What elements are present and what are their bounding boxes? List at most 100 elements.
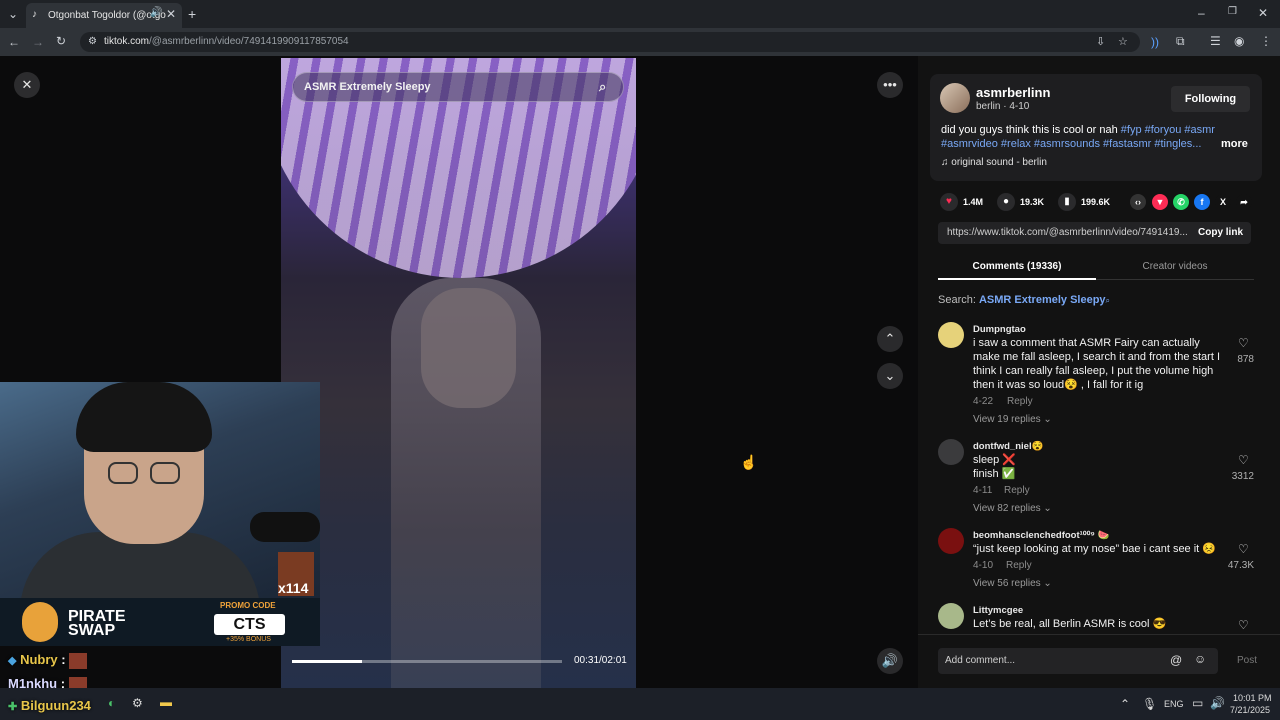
tab-comments[interactable]: Comments (19336) — [938, 254, 1096, 280]
video-search-bar[interactable]: ASMR Extremely Sleepy ⌕ — [292, 72, 624, 102]
post-button[interactable]: Post — [1237, 655, 1257, 666]
like-heart-icon[interactable]: ♥ — [940, 193, 958, 211]
chat-user: Nubry — [20, 652, 58, 667]
previous-video-button[interactable]: ⌃ — [877, 326, 903, 352]
comment-bubble-icon[interactable]: ● — [997, 193, 1015, 211]
add-comment-placeholder: Add comment... — [945, 655, 1016, 666]
edge-icon[interactable]: ◐ — [108, 696, 115, 710]
speaker-icon[interactable]: 🔊 — [150, 8, 162, 18]
install-icon[interactable]: ⇩ — [1096, 35, 1105, 48]
comment-avatar[interactable] — [938, 528, 964, 554]
clock-date[interactable]: 7/21/2025 — [1230, 705, 1270, 715]
view-replies-button[interactable]: View 56 replies ⌄ — [973, 578, 1052, 589]
view-replies-button[interactable]: View 19 replies ⌄ — [973, 414, 1052, 425]
next-video-button[interactable]: ⌄ — [877, 363, 903, 389]
forward-icon[interactable]: → — [32, 36, 44, 48]
share-arrow-icon[interactable]: ➦ — [1236, 194, 1252, 210]
video-frame-face — [421, 288, 516, 408]
sound-name: original sound - berlin — [951, 157, 1047, 168]
volume-button[interactable]: 🔊 — [877, 648, 903, 674]
webcam-microphone — [250, 512, 320, 542]
comment-avatar[interactable] — [938, 603, 964, 629]
comment-text: make me fall asleep, I search it and fro… — [973, 351, 1220, 363]
reply-button[interactable]: Reply — [1006, 560, 1032, 571]
facebook-icon[interactable]: f — [1194, 194, 1210, 210]
creator-avatar[interactable] — [940, 83, 970, 113]
file-explorer-icon[interactable]: ▬ — [160, 695, 172, 709]
x-icon[interactable]: X — [1215, 194, 1231, 210]
comment-like-icon[interactable]: ♡ — [1238, 453, 1249, 467]
tray-chevron-icon[interactable]: ⌃ — [1120, 697, 1130, 711]
sound-row[interactable]: ♫ original sound - berlin — [941, 157, 1047, 168]
comments-count: 19.3K — [1020, 197, 1045, 207]
more-options-button[interactable]: ••• — [877, 72, 903, 98]
promo-bonus: +35% BONUS — [226, 636, 271, 643]
restore-icon[interactable]: ❐ — [1228, 7, 1237, 17]
caption-hashtags-1[interactable]: #fyp #foryou #asmr — [1121, 124, 1215, 136]
video-player[interactable]: ASMR Extremely Sleepy ⌕ 00:31/02:01 — [281, 58, 636, 688]
copy-link-button[interactable]: Copy link — [1198, 227, 1243, 238]
comment-username[interactable]: Dumpngtao — [973, 324, 1026, 335]
site-info-icon[interactable]: ⚙ — [88, 36, 97, 47]
more-link[interactable]: more — [1221, 138, 1248, 150]
language-indicator[interactable]: ENG — [1164, 699, 1184, 709]
comment-like-icon[interactable]: ♡ — [1238, 336, 1249, 350]
back-icon[interactable]: ← — [8, 36, 20, 48]
add-comment-input[interactable]: Add comment... @ ☺ — [938, 648, 1218, 674]
bookmark-star-icon[interactable]: ☆ — [1118, 35, 1128, 48]
comment-text: think I can really fall asleep, I put th… — [973, 365, 1214, 377]
send-to-friends-icon[interactable]: ▼ — [1152, 194, 1168, 210]
search-icon[interactable]: ⌕ — [599, 79, 606, 95]
comment-like-icon[interactable]: ♡ — [1238, 542, 1249, 556]
extensions-icon[interactable]: ⧉ — [1176, 35, 1185, 47]
chat-line: ◆ Nubry : — [8, 652, 88, 669]
comment-avatar[interactable] — [938, 322, 964, 348]
comment-date: 4-10 — [973, 560, 994, 571]
whatsapp-icon[interactable]: ✆ — [1173, 194, 1189, 210]
following-button[interactable]: Following — [1171, 86, 1250, 112]
media-icon[interactable]: ☰ — [1210, 35, 1221, 47]
caption-hashtags-2[interactable]: #asmrvideo #relax #asmrsounds #fastasmr … — [941, 138, 1201, 150]
video-progress-bar[interactable] — [292, 660, 562, 663]
bookmark-icon[interactable]: ▮ — [1058, 193, 1076, 211]
embed-icon[interactable]: ‹› — [1130, 194, 1146, 210]
settings-icon[interactable]: ⚙ — [132, 696, 143, 710]
url-path: /@asmrberlinn/video/7491419909117857054 — [149, 36, 349, 47]
reply-button[interactable]: Reply — [1004, 485, 1030, 496]
address-bar[interactable]: ⚙ tiktok.com/@asmrberlinn/video/74914199… — [80, 32, 1140, 52]
comment-text: “just keep looking at my nose” bae i can… — [973, 543, 1216, 555]
comment-username[interactable]: Littymcgee — [973, 605, 1023, 616]
chevron-down-icon: ⌄ — [1043, 578, 1052, 589]
network-icon[interactable]: ▭ — [1192, 696, 1203, 710]
extension-wave-icon[interactable]: )) — [1151, 36, 1159, 48]
video-search-text: ASMR Extremely Sleepy — [304, 81, 431, 93]
comment-text: Let’s be real, all Berlin ASMR is cool 😎 — [973, 618, 1167, 630]
browser-toolbar: ← → ↻ ⚙ tiktok.com/@asmrberlinn/video/74… — [0, 28, 1280, 56]
creator-username[interactable]: asmrberlinn — [976, 85, 1050, 100]
search-suggestion[interactable]: Search: ASMR Extremely Sleepy⌕ — [938, 294, 1110, 306]
comment-username[interactable]: dontfwd_niel😵 — [973, 441, 1043, 452]
video-time: 00:31/02:01 — [574, 655, 627, 666]
profile-icon[interactable]: ◉ — [1234, 35, 1244, 47]
menu-icon[interactable]: ⋮ — [1260, 35, 1272, 47]
emoji-icon[interactable]: ☺ — [1194, 652, 1206, 666]
tab-list-icon[interactable]: ⌄ — [8, 8, 18, 20]
close-icon[interactable]: ✕ — [166, 8, 176, 20]
window-close-icon[interactable]: ✕ — [1258, 7, 1268, 19]
close-video-button[interactable]: ✕ — [14, 72, 40, 98]
reply-button[interactable]: Reply — [1007, 396, 1033, 407]
comment-username[interactable]: beomhansclenchedfoot¹⁰⁰⁹ 🍉 — [973, 530, 1109, 541]
reload-icon[interactable]: ↻ — [56, 35, 66, 47]
clock-time[interactable]: 10:01 PM — [1233, 693, 1272, 703]
view-replies-button[interactable]: View 82 replies ⌄ — [973, 503, 1052, 514]
volume-icon[interactable]: 🔊 — [1210, 696, 1225, 710]
minimize-icon[interactable]: – — [1198, 7, 1205, 19]
new-tab-icon[interactable]: + — [188, 7, 196, 21]
comment-like-icon[interactable]: ♡ — [1238, 618, 1249, 632]
comment-date: 4-22 — [973, 396, 994, 407]
comment-avatar[interactable] — [938, 439, 964, 465]
webcam-glasses-right — [150, 462, 180, 484]
microphone-icon[interactable]: 🎙 — [1142, 697, 1157, 711]
mention-icon[interactable]: @ — [1170, 653, 1182, 667]
tab-creator-videos[interactable]: Creator videos — [1096, 254, 1254, 280]
